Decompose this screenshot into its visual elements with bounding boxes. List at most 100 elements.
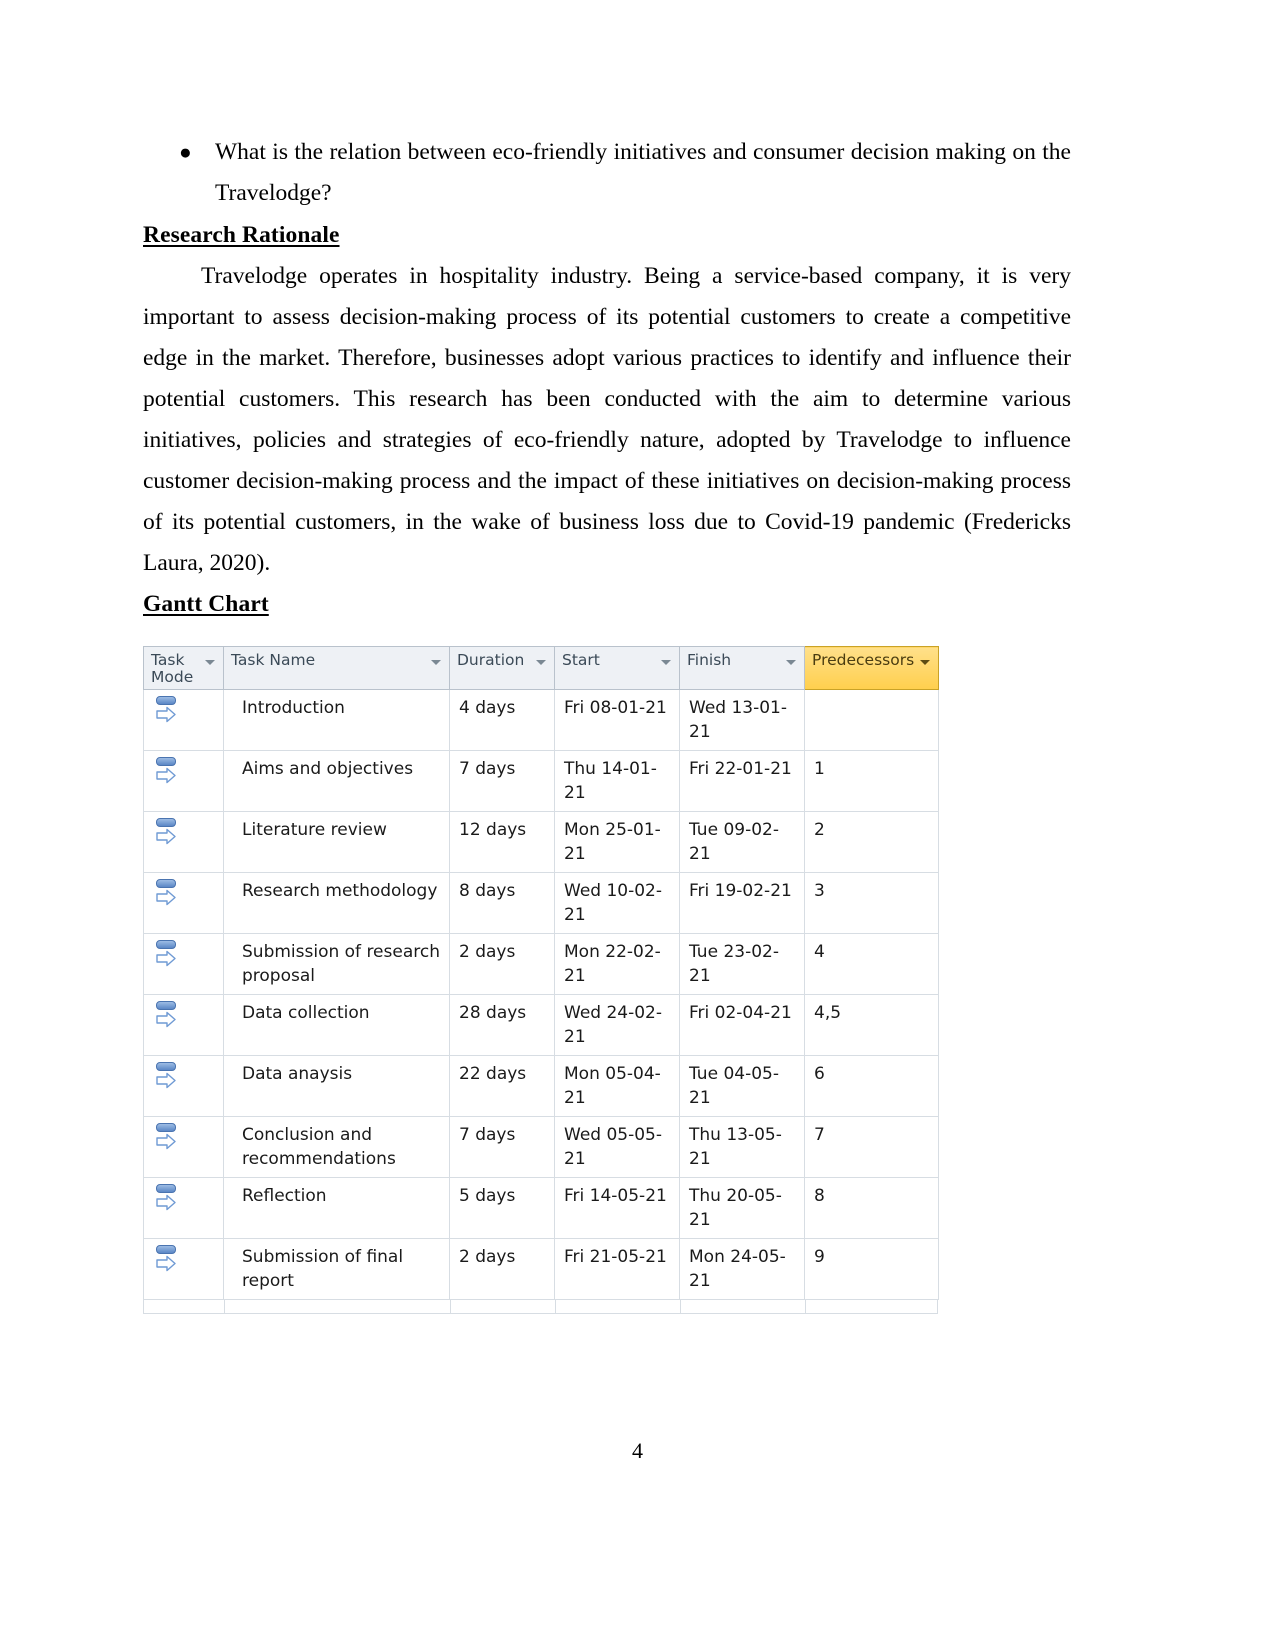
cell-duration[interactable]: 7 days xyxy=(449,750,555,812)
table-row[interactable]: Data collection 28 days Wed 24-02-21 Fri 02… xyxy=(143,994,939,1056)
cell-finish[interactable]: Tue 09-02-21 xyxy=(679,811,805,873)
cell-start[interactable]: Fri 08-01-21 xyxy=(554,689,680,751)
arrow-right-icon xyxy=(156,828,176,845)
table-row[interactable]: Research methodology 8 days Wed 10-02-21 Fr… xyxy=(143,872,939,934)
cell-start[interactable]: Wed 10-02-21 xyxy=(554,872,680,934)
column-header-predecessors-label: Predecessors xyxy=(812,651,915,669)
cell-start[interactable]: Mon 22-02-21 xyxy=(554,933,680,995)
chevron-down-icon[interactable] xyxy=(536,660,546,665)
cell-finish[interactable]: Tue 04-05-21 xyxy=(679,1055,805,1117)
table-row[interactable]: Aims and objectives 7 days Thu 14-01-21 Fri… xyxy=(143,750,939,812)
gantt-table: Task Mode Task Name Duration Start Finis… xyxy=(143,646,939,1300)
cell-task-name[interactable]: Literature review xyxy=(223,811,450,873)
cell-predecessors[interactable]: 1 xyxy=(804,750,939,812)
gantt-chart-table-image: Task Mode Task Name Duration Start Finis… xyxy=(143,646,939,1314)
column-header-finish-label: Finish xyxy=(687,651,732,669)
cell-predecessors[interactable]: 8 xyxy=(804,1177,939,1239)
table-row[interactable]: Submission of research proposal 2 days Mon… xyxy=(143,933,939,995)
column-header-finish[interactable]: Finish xyxy=(679,646,805,690)
cell-duration[interactable]: 8 days xyxy=(449,872,555,934)
cell-task-name[interactable]: Data anaysis xyxy=(223,1055,450,1117)
research-questions-list: ● What is the relation between eco-frien… xyxy=(143,132,1071,214)
cell-finish[interactable]: Fri 19-02-21 xyxy=(679,872,805,934)
cell-finish[interactable]: Fri 02-04-21 xyxy=(679,994,805,1056)
column-header-task-mode[interactable]: Task Mode xyxy=(143,646,224,690)
cell-task-name[interactable]: Submission of final report xyxy=(223,1238,450,1300)
auto-scheduled-icon xyxy=(155,1184,181,1214)
cell-task-name[interactable]: Conclusion and recommendations xyxy=(223,1116,450,1178)
cell-predecessors[interactable]: 4,5 xyxy=(804,994,939,1056)
cell-task-name[interactable]: Research methodology xyxy=(223,872,450,934)
chevron-down-icon[interactable] xyxy=(786,660,796,665)
cell-predecessors[interactable]: 6 xyxy=(804,1055,939,1117)
cell-duration[interactable]: 2 days xyxy=(449,1238,555,1300)
cell-predecessors[interactable] xyxy=(804,689,939,751)
bullet-dot-icon: ● xyxy=(179,140,192,164)
arrow-right-icon xyxy=(156,1011,176,1028)
cell-duration[interactable]: 5 days xyxy=(449,1177,555,1239)
cell-task-mode[interactable] xyxy=(143,872,224,934)
heading-research-rationale: Research Rationale xyxy=(143,222,340,248)
cell-task-mode[interactable] xyxy=(143,1177,224,1239)
table-row[interactable]: Conclusion and recommendations 7 days Wed … xyxy=(143,1116,939,1178)
cell-finish[interactable]: Thu 13-05-21 xyxy=(679,1116,805,1178)
cell-duration[interactable]: 2 days xyxy=(449,933,555,995)
auto-scheduled-icon xyxy=(155,940,181,970)
cell-predecessors[interactable]: 4 xyxy=(804,933,939,995)
cell-task-name[interactable]: Introduction xyxy=(223,689,450,751)
chevron-down-icon[interactable] xyxy=(431,660,441,665)
research-question-text: What is the relation between eco-friendl… xyxy=(215,139,1071,206)
page-number: 4 xyxy=(632,1438,643,1463)
cell-finish[interactable]: Mon 24-05-21 xyxy=(679,1238,805,1300)
cell-task-mode[interactable] xyxy=(143,1116,224,1178)
table-bottom-partial-row xyxy=(143,1300,938,1314)
cell-start[interactable]: Fri 21-05-21 xyxy=(554,1238,680,1300)
table-row[interactable]: Literature review 12 days Mon 25-01-21 Tue … xyxy=(143,811,939,873)
cell-task-mode[interactable] xyxy=(143,750,224,812)
cell-predecessors[interactable]: 3 xyxy=(804,872,939,934)
cell-start[interactable]: Thu 14-01-21 xyxy=(554,750,680,812)
cell-duration[interactable]: 22 days xyxy=(449,1055,555,1117)
arrow-right-icon xyxy=(156,1133,176,1150)
column-header-start[interactable]: Start xyxy=(554,646,680,690)
table-row[interactable]: Data anaysis 22 days Mon 05-04-21 Tue 04-05… xyxy=(143,1055,939,1117)
cell-task-mode[interactable] xyxy=(143,811,224,873)
cell-task-mode[interactable] xyxy=(143,994,224,1056)
cell-task-name[interactable]: Data collection xyxy=(223,994,450,1056)
chevron-down-icon[interactable] xyxy=(661,660,671,665)
table-row[interactable]: Reflection 5 days Fri 14-05-21 Thu 20-05-21… xyxy=(143,1177,939,1239)
cell-task-mode[interactable] xyxy=(143,689,224,751)
cell-task-mode[interactable] xyxy=(143,1238,224,1300)
cell-task-mode[interactable] xyxy=(143,933,224,995)
cell-task-name[interactable]: Aims and objectives xyxy=(223,750,450,812)
cell-task-name[interactable]: Reflection xyxy=(223,1177,450,1239)
cell-task-mode[interactable] xyxy=(143,1055,224,1117)
cell-start[interactable]: Mon 25-01-21 xyxy=(554,811,680,873)
cell-finish[interactable]: Wed 13-01-21 xyxy=(679,689,805,751)
heading-gantt-chart: Gantt Chart xyxy=(143,591,269,617)
cell-duration[interactable]: 7 days xyxy=(449,1116,555,1178)
cell-finish[interactable]: Fri 22-01-21 xyxy=(679,750,805,812)
table-row[interactable]: Introduction 4 days Fri 08-01-21 Wed 13-01-… xyxy=(143,689,939,751)
cell-finish[interactable]: Thu 20-05-21 xyxy=(679,1177,805,1239)
table-row[interactable]: Submission of final report 2 days Fri 21-0… xyxy=(143,1238,939,1300)
cell-start[interactable]: Fri 14-05-21 xyxy=(554,1177,680,1239)
cell-predecessors[interactable]: 9 xyxy=(804,1238,939,1300)
cell-start[interactable]: Wed 24-02-21 xyxy=(554,994,680,1056)
cell-start[interactable]: Wed 05-05-21 xyxy=(554,1116,680,1178)
chevron-down-icon[interactable] xyxy=(205,660,215,665)
column-header-predecessors[interactable]: Predecessors xyxy=(804,646,939,690)
column-header-duration[interactable]: Duration xyxy=(449,646,555,690)
cell-duration[interactable]: 4 days xyxy=(449,689,555,751)
column-header-task-name[interactable]: Task Name xyxy=(223,646,450,690)
cell-finish[interactable]: Tue 23-02-21 xyxy=(679,933,805,995)
cell-predecessors[interactable]: 2 xyxy=(804,811,939,873)
chevron-down-icon[interactable] xyxy=(920,660,930,665)
arrow-right-icon xyxy=(156,950,176,967)
cell-start[interactable]: Mon 05-04-21 xyxy=(554,1055,680,1117)
cell-task-name[interactable]: Submission of research proposal xyxy=(223,933,450,995)
column-header-task-name-label: Task Name xyxy=(231,651,316,669)
cell-duration[interactable]: 28 days xyxy=(449,994,555,1056)
cell-predecessors[interactable]: 7 xyxy=(804,1116,939,1178)
cell-duration[interactable]: 12 days xyxy=(449,811,555,873)
